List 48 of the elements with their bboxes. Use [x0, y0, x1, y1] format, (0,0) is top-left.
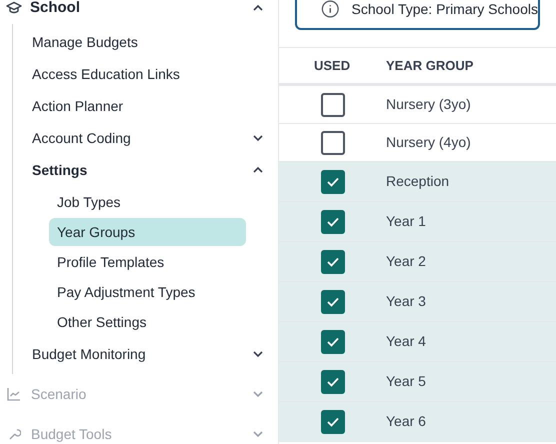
check-icon	[326, 376, 340, 388]
check-icon	[326, 336, 340, 348]
chevron-down-icon[interactable]	[252, 134, 264, 142]
nav-item[interactable]: Settings	[21, 154, 264, 186]
check-icon	[326, 176, 340, 188]
nav-item[interactable]: Action Planner	[21, 90, 264, 122]
nav-item[interactable]: Pay Adjustment Types	[49, 278, 246, 306]
line-chart-icon	[7, 387, 21, 401]
table-cell-text: Nursery (4yo)	[386, 133, 471, 152]
checkbox[interactable]	[321, 330, 345, 354]
table-cell-text: Reception	[386, 172, 450, 191]
info-icon	[321, 0, 340, 19]
nav-item[interactable]: Budget Monitoring	[21, 338, 264, 370]
nav-item[interactable]: Manage Budgets	[21, 26, 264, 58]
chevron-down-icon[interactable]	[252, 350, 264, 358]
check-icon	[326, 256, 340, 268]
check-icon	[326, 296, 340, 308]
table-cell-text: Year 3	[386, 292, 426, 311]
column-header: USED	[313, 56, 352, 75]
column-header: YEAR GROUP	[386, 56, 474, 75]
checkbox[interactable]	[321, 410, 345, 434]
wrench-icon	[7, 427, 21, 441]
table-cell-text: Year 1	[386, 212, 426, 231]
checkbox[interactable]	[321, 130, 345, 154]
nav-item[interactable]: Job Types	[49, 188, 246, 216]
checkbox[interactable]	[321, 210, 345, 234]
graduation-cap-icon	[6, 1, 22, 15]
check-icon	[326, 416, 340, 428]
section-title[interactable]: School	[30, 0, 252, 20]
table-cell-text: Nursery (3yo)	[386, 95, 471, 114]
chevron-up-icon[interactable]	[252, 166, 264, 174]
nav-item[interactable]: Account Coding	[21, 122, 264, 154]
nav-item[interactable]: Year Groups	[49, 218, 246, 246]
table-cell-text: Year 2	[386, 252, 426, 271]
table-cell-text: Year 5	[386, 372, 426, 391]
checkbox[interactable]	[321, 92, 345, 116]
nav-item[interactable]: Access Education Links	[21, 58, 264, 90]
nav-item[interactable]: Other Settings	[49, 308, 246, 336]
table-cell-text: Year 6	[386, 412, 426, 431]
checkbox[interactable]	[321, 170, 345, 194]
info-text: School Type: Primary Schools	[352, 0, 538, 19]
checkbox[interactable]	[321, 250, 345, 274]
nav-item[interactable]: Profile Templates	[49, 248, 246, 276]
checkbox[interactable]	[321, 290, 345, 314]
checkbox[interactable]	[321, 370, 345, 394]
table-cell-text: Year 4	[386, 332, 426, 351]
chevron-up-icon[interactable]	[252, 4, 264, 12]
check-icon	[326, 216, 340, 228]
